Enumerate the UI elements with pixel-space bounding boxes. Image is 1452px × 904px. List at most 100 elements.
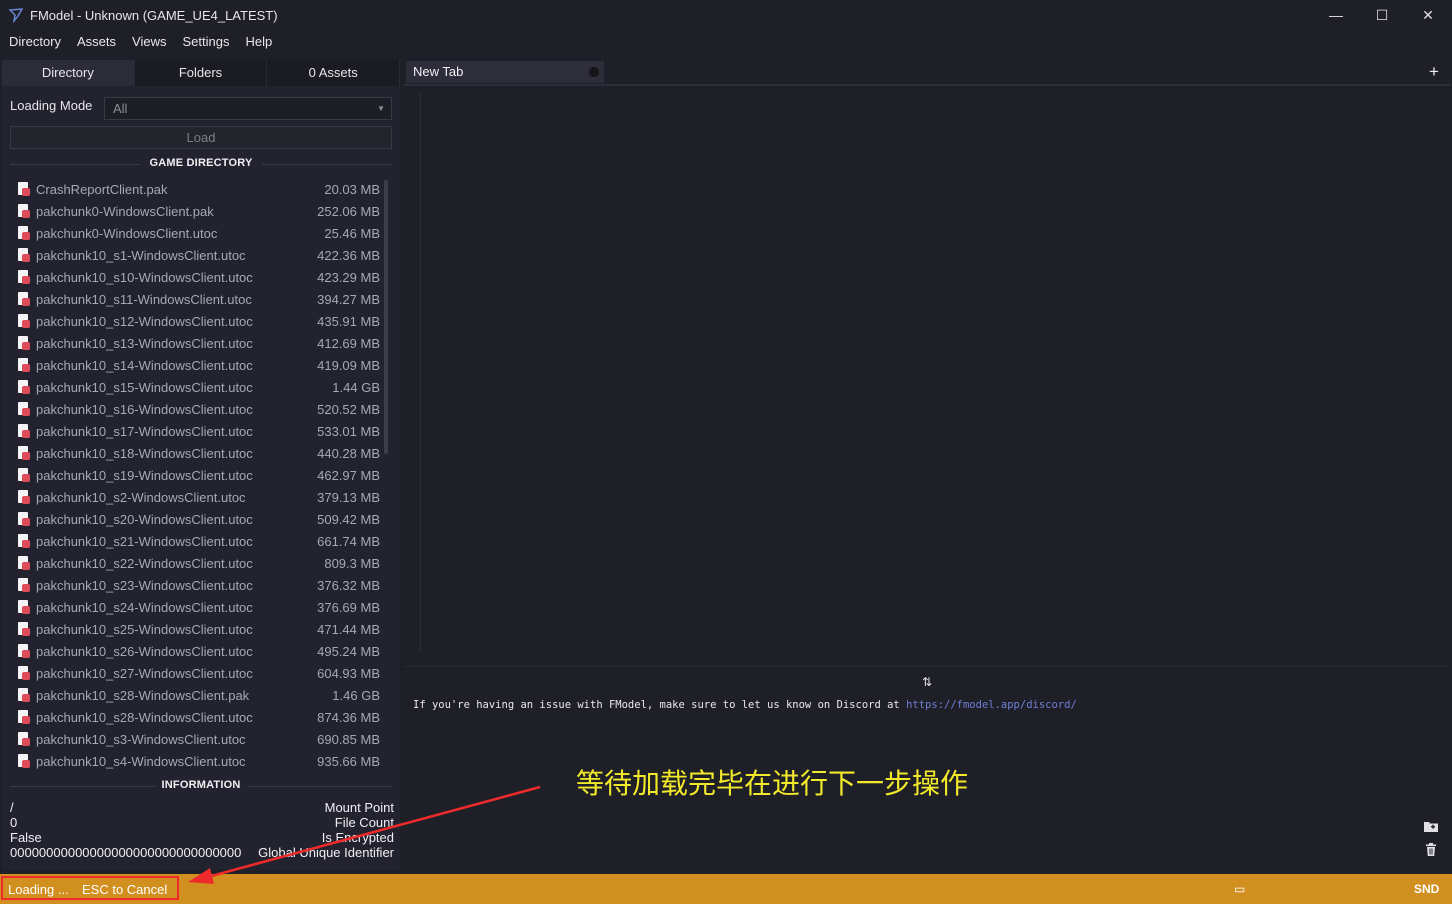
file-row[interactable]: pakchunk10_s11-WindowsClient.utoc 394.27 … bbox=[10, 288, 382, 310]
trash-icon[interactable] bbox=[1422, 843, 1440, 861]
file-row[interactable]: pakchunk10_s17-WindowsClient.utoc 533.01 … bbox=[10, 420, 382, 442]
file-size: 435.91 MB bbox=[317, 313, 380, 329]
close-button[interactable]: ✕ bbox=[1405, 0, 1451, 30]
file-name: pakchunk10_s16-WindowsClient.utoc bbox=[36, 401, 253, 417]
folder-icon-shape bbox=[1424, 822, 1438, 832]
file-size: 422.36 MB bbox=[317, 247, 380, 263]
file-list-scrollbar-thumb[interactable] bbox=[384, 180, 388, 454]
loading-mode-select[interactable]: All ▼ bbox=[104, 97, 392, 120]
archive-file-icon bbox=[18, 578, 30, 592]
file-row[interactable]: pakchunk10_s28-WindowsClient.utoc 874.36 … bbox=[10, 706, 382, 728]
file-row[interactable]: pakchunk10_s19-WindowsClient.utoc 462.97 … bbox=[10, 464, 382, 486]
file-size: 440.28 MB bbox=[317, 445, 380, 461]
file-name: pakchunk10_s17-WindowsClient.utoc bbox=[36, 423, 253, 439]
menu-assets[interactable]: Assets bbox=[69, 30, 124, 54]
maximize-button[interactable]: ☐ bbox=[1359, 0, 1405, 30]
file-row[interactable]: pakchunk10_s15-WindowsClient.utoc 1.44 GB bbox=[10, 376, 382, 398]
file-row[interactable]: pakchunk10_s16-WindowsClient.utoc 520.52 … bbox=[10, 398, 382, 420]
file-row[interactable]: pakchunk10_s24-WindowsClient.utoc 376.69 … bbox=[10, 596, 382, 618]
file-size: 25.46 MB bbox=[324, 225, 380, 241]
file-row[interactable]: pakchunk10_s20-WindowsClient.utoc 509.42 … bbox=[10, 508, 382, 530]
file-size: 379.13 MB bbox=[317, 489, 380, 505]
file-row[interactable]: pakchunk10_s18-WindowsClient.utoc 440.28 … bbox=[10, 442, 382, 464]
file-row[interactable]: pakchunk0-WindowsClient.pak 252.06 MB bbox=[10, 200, 382, 222]
menu-directory[interactable]: Directory bbox=[1, 30, 69, 54]
loading-mode-row: Loading Mode All ▼ bbox=[10, 97, 392, 120]
file-row[interactable]: pakchunk10_s28-WindowsClient.pak 1.46 GB bbox=[10, 684, 382, 706]
information-title: INFORMATION bbox=[155, 779, 247, 791]
game-directory-title: GAME DIRECTORY bbox=[143, 157, 259, 169]
status-loading-text: Loading ... bbox=[8, 882, 69, 897]
tab-assets[interactable]: 0 Assets bbox=[267, 60, 401, 86]
file-size: 462.97 MB bbox=[317, 467, 380, 483]
panel-splitter[interactable]: ⇅ bbox=[404, 666, 1450, 696]
info-row-mount-point: / Mount Point bbox=[10, 800, 394, 815]
info-row-is-encrypted: False Is Encrypted bbox=[10, 830, 394, 845]
tab-directory[interactable]: Directory bbox=[2, 60, 135, 86]
window-icon[interactable]: ▭ bbox=[1234, 882, 1245, 896]
archive-file-icon bbox=[18, 754, 30, 768]
file-size: 412.69 MB bbox=[317, 335, 380, 351]
file-name: pakchunk10_s26-WindowsClient.utoc bbox=[36, 643, 253, 659]
add-tab-button[interactable]: + bbox=[1420, 61, 1448, 83]
archive-file-icon bbox=[18, 468, 30, 482]
information-rows: / Mount Point 0 File Count False Is Encr… bbox=[10, 800, 394, 860]
menu-settings[interactable]: Settings bbox=[174, 30, 237, 54]
file-name: pakchunk10_s19-WindowsClient.utoc bbox=[36, 467, 253, 483]
file-name: pakchunk10_s10-WindowsClient.utoc bbox=[36, 269, 253, 285]
menu-bar: Directory Assets Views Settings Help bbox=[0, 30, 280, 54]
file-name: pakchunk10_s20-WindowsClient.utoc bbox=[36, 511, 253, 527]
file-list[interactable]: CrashReportClient.pak 20.03 MB pakchunk0-W… bbox=[10, 178, 382, 772]
file-size: 809.3 MB bbox=[324, 555, 380, 571]
menu-help[interactable]: Help bbox=[237, 30, 280, 54]
file-row[interactable]: pakchunk10_s10-WindowsClient.utoc 423.29 … bbox=[10, 266, 382, 288]
file-row[interactable]: pakchunk10_s22-WindowsClient.utoc 809.3 M… bbox=[10, 552, 382, 574]
load-button[interactable]: Load bbox=[10, 126, 392, 149]
minimize-button[interactable]: — bbox=[1313, 0, 1359, 30]
status-esc-cancel[interactable]: ESC to Cancel bbox=[82, 882, 167, 897]
tab-folders[interactable]: Folders bbox=[134, 60, 268, 86]
file-row[interactable]: pakchunk10_s23-WindowsClient.utoc 376.32 … bbox=[10, 574, 382, 596]
folder-icon[interactable] bbox=[1422, 820, 1440, 838]
archive-file-icon bbox=[18, 226, 30, 240]
archive-file-icon bbox=[18, 204, 30, 218]
status-snd[interactable]: SND bbox=[1414, 882, 1439, 896]
title-bar: FModel - Unknown (GAME_UE4_LATEST) bbox=[0, 0, 1452, 30]
file-row[interactable]: pakchunk10_s12-WindowsClient.utoc 435.91 … bbox=[10, 310, 382, 332]
archive-file-icon bbox=[18, 446, 30, 460]
editor-area[interactable] bbox=[404, 86, 1450, 666]
tab-new-tab[interactable]: New Tab bbox=[406, 61, 604, 83]
menu-views[interactable]: Views bbox=[124, 30, 174, 54]
file-row[interactable]: CrashReportClient.pak 20.03 MB bbox=[10, 178, 382, 200]
file-row[interactable]: pakchunk10_s3-WindowsClient.utoc 690.85 M… bbox=[10, 728, 382, 750]
archive-file-icon bbox=[18, 424, 30, 438]
archive-file-icon bbox=[18, 512, 30, 526]
file-row[interactable]: pakchunk10_s27-WindowsClient.utoc 604.93 … bbox=[10, 662, 382, 684]
file-row[interactable]: pakchunk10_s26-WindowsClient.utoc 495.24 … bbox=[10, 640, 382, 662]
file-name: pakchunk10_s24-WindowsClient.utoc bbox=[36, 599, 253, 615]
file-name: pakchunk10_s14-WindowsClient.utoc bbox=[36, 357, 253, 373]
archive-file-icon bbox=[18, 644, 30, 658]
file-size: 376.69 MB bbox=[317, 599, 380, 615]
file-row[interactable]: pakchunk10_s4-WindowsClient.utoc 935.66 M… bbox=[10, 750, 382, 772]
file-name: pakchunk10_s18-WindowsClient.utoc bbox=[36, 445, 253, 461]
archive-file-icon bbox=[18, 182, 30, 196]
file-row[interactable]: pakchunk10_s13-WindowsClient.utoc 412.69 … bbox=[10, 332, 382, 354]
file-row[interactable]: pakchunk10_s2-WindowsClient.utoc 379.13 M… bbox=[10, 486, 382, 508]
info-label: Is Encrypted bbox=[321, 830, 394, 845]
file-row[interactable]: pakchunk10_s25-WindowsClient.utoc 471.44 … bbox=[10, 618, 382, 640]
file-size: 604.93 MB bbox=[317, 665, 380, 681]
archive-file-icon bbox=[18, 600, 30, 614]
archive-file-icon bbox=[18, 688, 30, 702]
file-row[interactable]: pakchunk10_s14-WindowsClient.utoc 419.09 … bbox=[10, 354, 382, 376]
file-row[interactable]: pakchunk10_s21-WindowsClient.utoc 661.74 … bbox=[10, 530, 382, 552]
file-size: 20.03 MB bbox=[324, 181, 380, 197]
file-row[interactable]: pakchunk10_s1-WindowsClient.utoc 422.36 M… bbox=[10, 244, 382, 266]
file-size: 690.85 MB bbox=[317, 731, 380, 747]
tab-close-icon[interactable] bbox=[589, 67, 599, 77]
archive-file-icon bbox=[18, 292, 30, 306]
file-row[interactable]: pakchunk0-WindowsClient.utoc 25.46 MB bbox=[10, 222, 382, 244]
trash-icon-shape bbox=[1426, 843, 1436, 856]
console-message: If you're having an issue with FModel, m… bbox=[413, 699, 1077, 711]
discord-link[interactable]: https://fmodel.app/discord/ bbox=[906, 699, 1077, 711]
